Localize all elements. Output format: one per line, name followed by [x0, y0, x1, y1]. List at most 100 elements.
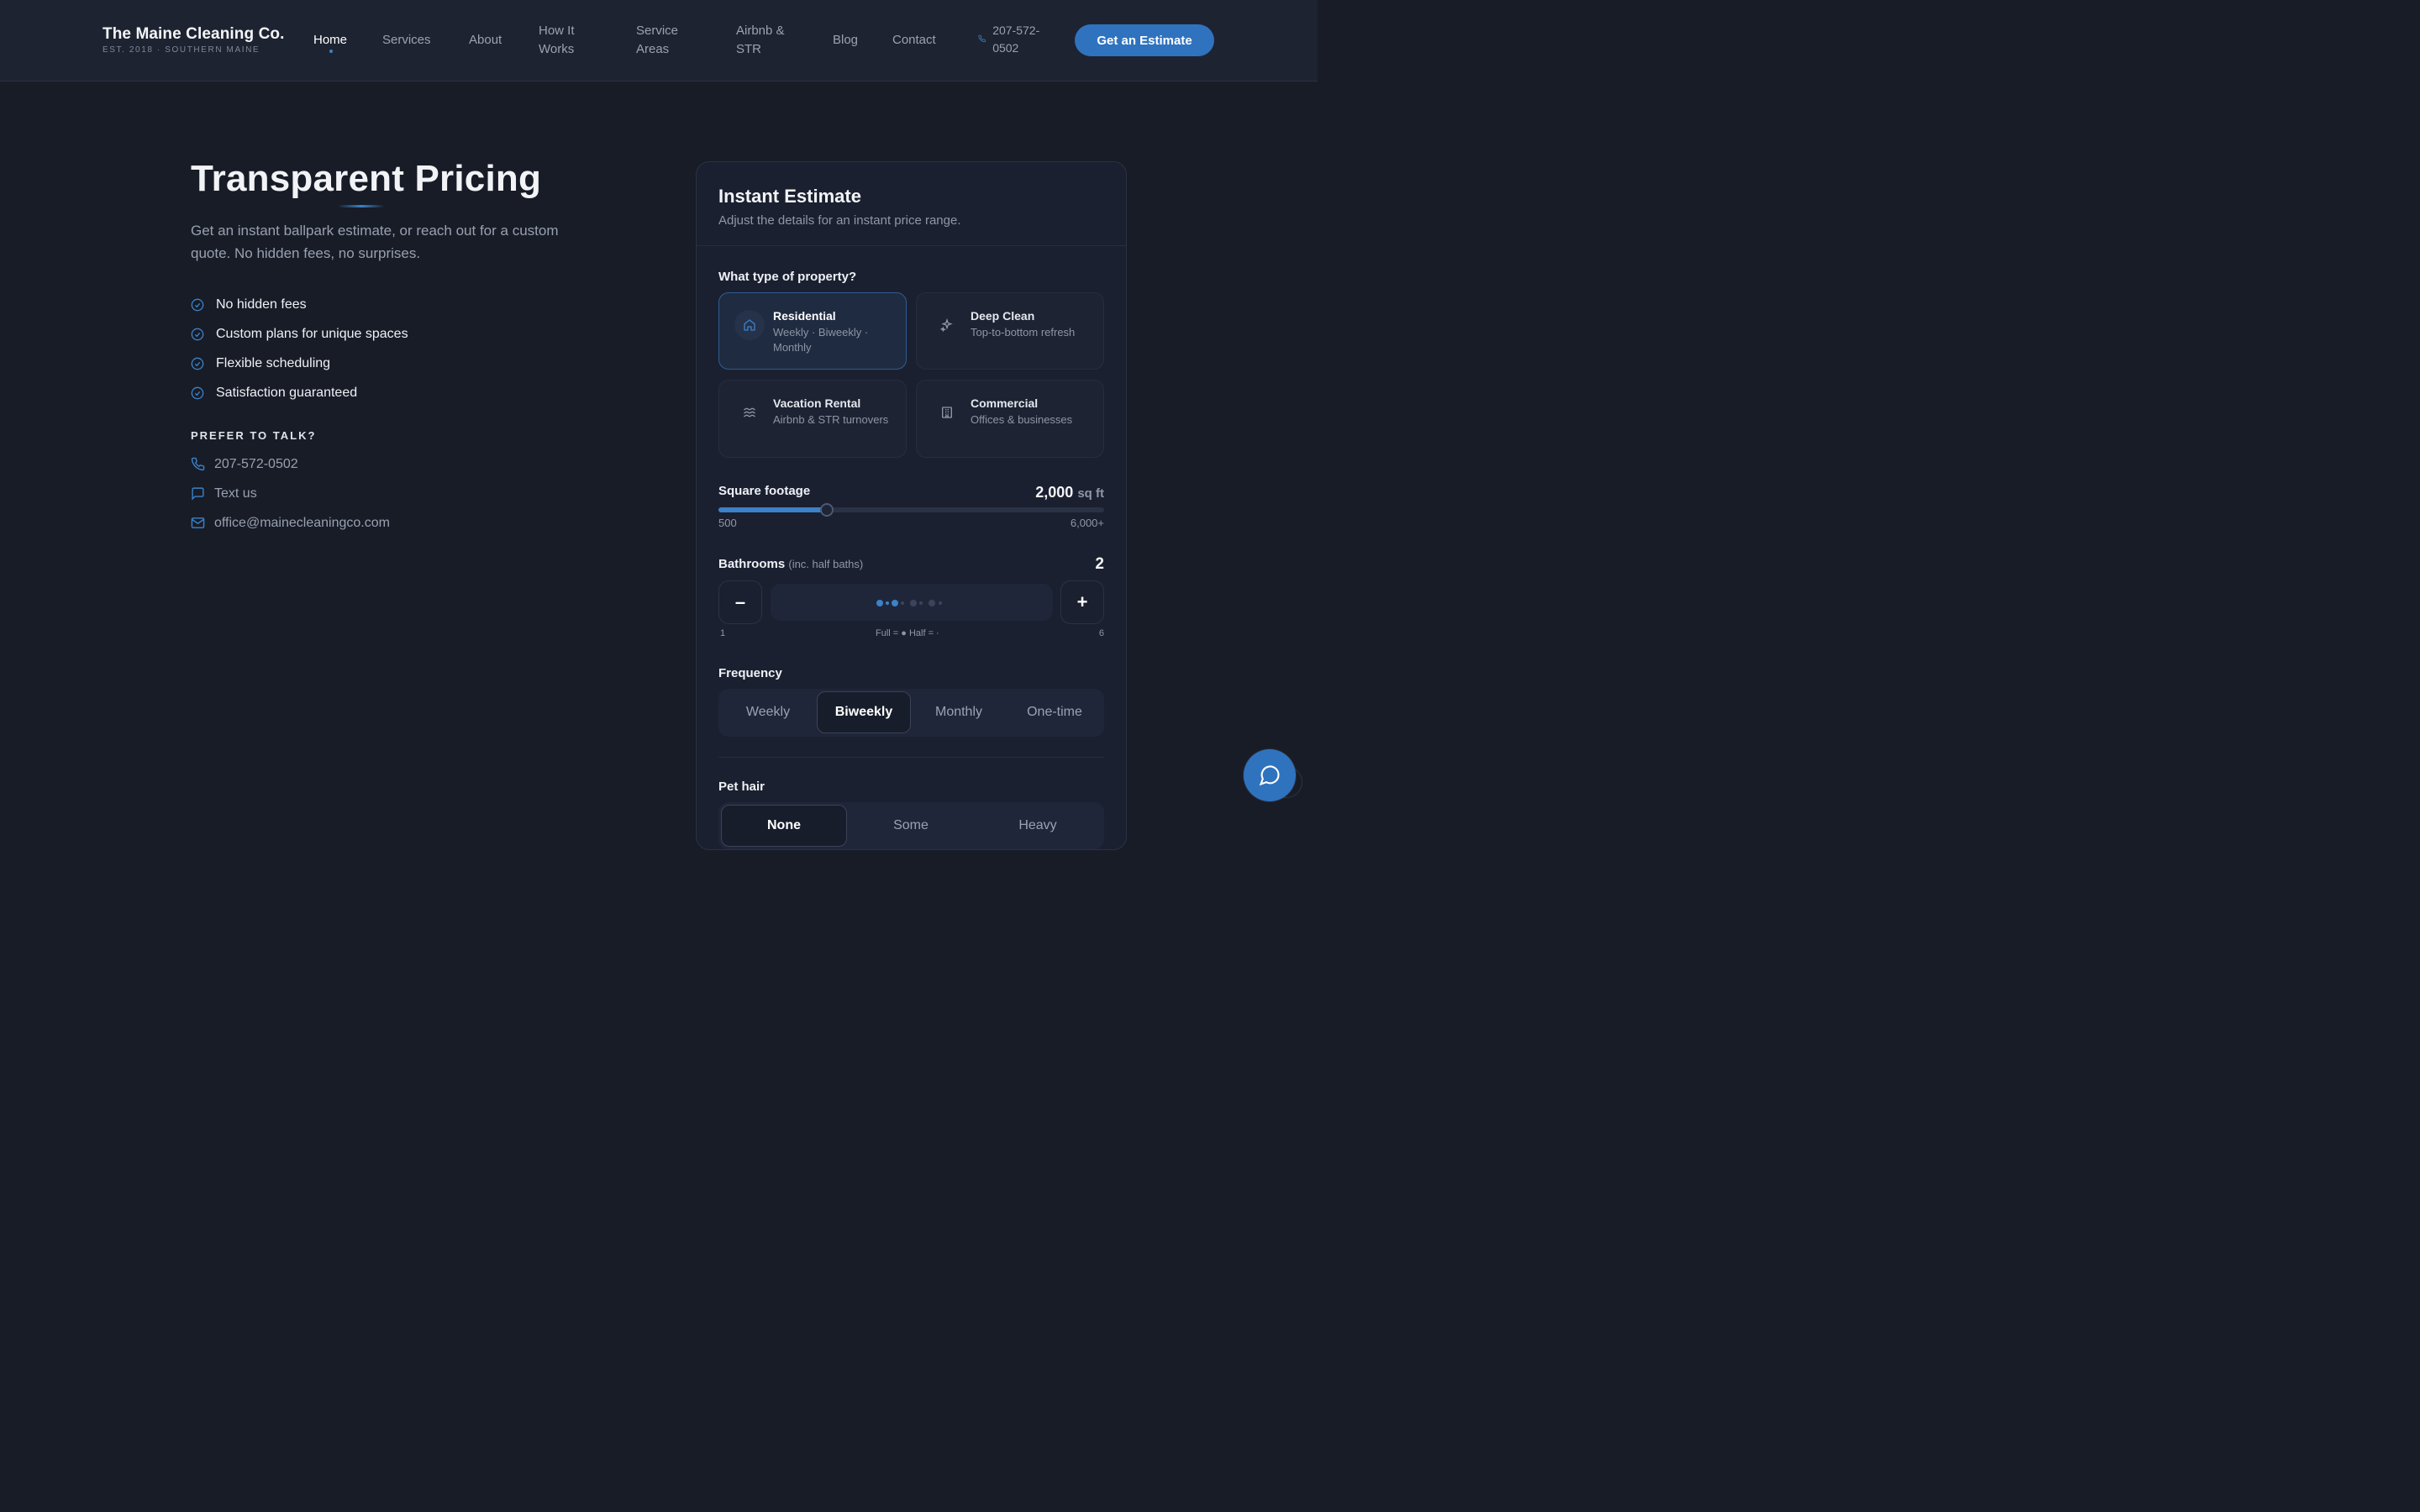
pet-hair-option-none[interactable]: None [721, 805, 847, 847]
waves-icon [734, 397, 765, 428]
sqft-unit: sq ft [1077, 486, 1104, 501]
bath-dot-half [901, 601, 904, 605]
check-circle-icon [191, 357, 204, 370]
pet-hair-option-heavy[interactable]: Heavy [975, 805, 1101, 847]
page-subtitle: Get an instant ballpark estimate, or rea… [191, 223, 559, 261]
feature-text: No hidden fees [216, 297, 307, 312]
contact-email-text: office@mainecleaningco.com [214, 515, 390, 530]
bathrooms-max-label: 6 [1098, 628, 1104, 638]
property-option-deep-clean[interactable]: Deep Clean Top-to-bottom refresh [916, 292, 1104, 370]
check-circle-icon [191, 328, 204, 340]
square-footage-label: Square footage [718, 484, 811, 498]
frequency-option-one-time[interactable]: One-time [1007, 691, 1102, 733]
header-phone-number: 207-572-0502 [992, 24, 1040, 55]
pet-hair-label: Pet hair [718, 780, 765, 794]
property-option-title: Deep Clean [971, 309, 1035, 323]
brand-logo[interactable]: The Maine Cleaning Co. EST. 2018 · SOUTH… [103, 25, 285, 55]
nav-services[interactable]: Services [382, 31, 431, 50]
feature-item: Flexible scheduling [191, 349, 408, 378]
property-option-title: Commercial [971, 396, 1039, 410]
contact-list: 207-572-0502 Text us office@mainecleanin… [191, 449, 390, 538]
prefer-to-talk-heading: PREFER TO TALK? [191, 429, 317, 442]
property-option-residential[interactable]: Residential Weekly · Biweekly · Monthly [718, 292, 907, 370]
slider-fill [718, 507, 827, 512]
feature-list: No hidden fees Custom plans for unique s… [191, 290, 408, 407]
nav-airbnb-str[interactable]: Airbnb & STR [736, 22, 800, 59]
feature-text: Satisfaction guaranteed [216, 385, 358, 400]
contact-phone-text: 207-572-0502 [214, 456, 298, 471]
bathrooms-label: Bathrooms (inc. half baths) [718, 557, 863, 571]
bathrooms-note: (inc. half baths) [788, 558, 864, 570]
property-option-desc: Offices & businesses [971, 413, 1073, 426]
bathrooms-increment-button[interactable]: + [1060, 580, 1104, 624]
slider-thumb[interactable] [819, 503, 834, 517]
chat-bubble-icon [1259, 765, 1280, 786]
bath-dot-full [892, 600, 898, 606]
feature-text: Flexible scheduling [216, 355, 331, 370]
feature-text: Custom plans for unique spaces [216, 326, 408, 341]
bathrooms-value: 2 [1095, 555, 1104, 573]
bathrooms-label-text: Bathrooms [718, 557, 786, 571]
property-option-commercial[interactable]: Commercial Offices & businesses [916, 380, 1104, 458]
property-option-title: Vacation Rental [773, 396, 861, 410]
square-footage-slider[interactable] [718, 503, 1104, 517]
get-estimate-button[interactable]: Get an Estimate [1075, 24, 1214, 56]
bathrooms-stepper-track [771, 584, 1053, 621]
sparkle-icon [932, 310, 962, 340]
bathroom-dots [876, 599, 952, 607]
frequency-option-monthly[interactable]: Monthly [912, 691, 1006, 733]
property-option-title: Residential [773, 309, 836, 323]
nav-contact[interactable]: Contact [892, 31, 936, 50]
mail-icon [191, 517, 205, 528]
nav-how-it-works[interactable]: How It Works [539, 22, 604, 59]
bathrooms-decrement-button[interactable]: – [718, 580, 762, 624]
property-option-desc: Top-to-bottom refresh [971, 326, 1076, 339]
instant-estimate-card: Instant Estimate Adjust the details for … [696, 161, 1127, 850]
bath-dot-half [919, 601, 923, 605]
frequency-label: Frequency [718, 666, 782, 680]
home-icon [734, 310, 765, 340]
nav-blog[interactable]: Blog [833, 31, 858, 50]
active-nav-indicator [329, 50, 333, 53]
bath-dot-half [939, 601, 942, 605]
frequency-segmented-control: Weekly Biweekly Monthly One-time [718, 689, 1104, 737]
square-footage-value: 2,000 sq ft [1035, 484, 1104, 501]
contact-text-label: Text us [214, 486, 257, 501]
site-header: The Maine Cleaning Co. EST. 2018 · SOUTH… [0, 0, 1318, 81]
pet-hair-segmented-control: None Some Heavy [718, 802, 1104, 849]
property-option-desc: Airbnb & STR turnovers [773, 413, 889, 426]
brand-name: The Maine Cleaning Co. [103, 25, 285, 43]
bathrooms-legend: Full = ● Half = · [876, 628, 939, 638]
check-circle-icon [191, 386, 204, 399]
feature-item: Satisfaction guaranteed [191, 378, 408, 407]
property-option-desc: Weekly · Biweekly · Monthly [773, 326, 869, 354]
section-divider [718, 757, 1104, 758]
brand-tagline: EST. 2018 · SOUTHERN MAINE [103, 45, 260, 55]
sqft-number: 2,000 [1035, 484, 1074, 501]
pet-hair-option-some[interactable]: Some [848, 805, 974, 847]
contact-phone-link[interactable]: 207-572-0502 [191, 449, 390, 479]
frequency-option-weekly[interactable]: Weekly [720, 691, 816, 733]
building-icon [932, 397, 962, 428]
chat-button[interactable] [1244, 749, 1296, 801]
card-subtitle: Adjust the details for an instant price … [718, 213, 961, 228]
bath-dot-full [876, 600, 883, 606]
nav-home[interactable]: Home [313, 31, 347, 50]
frequency-option-biweekly[interactable]: Biweekly [817, 691, 911, 733]
property-type-label: What type of property? [718, 270, 857, 284]
nav-service-areas[interactable]: Service Areas [636, 22, 705, 59]
feature-item: Custom plans for unique spaces [191, 319, 408, 349]
header-phone-link[interactable]: 207-572-0502 [978, 22, 1049, 57]
bathrooms-min-label: 1 [720, 628, 726, 638]
title-underline [338, 205, 385, 207]
contact-email-link[interactable]: office@mainecleaningco.com [191, 508, 390, 538]
page-title: Transparent Pricing [191, 158, 542, 199]
card-header: Instant Estimate Adjust the details for … [697, 162, 1126, 246]
nav-about[interactable]: About [469, 31, 502, 50]
property-option-vacation-rental[interactable]: Vacation Rental Airbnb & STR turnovers [718, 380, 907, 458]
bath-dot-full [929, 600, 935, 606]
phone-icon [191, 457, 205, 471]
message-icon [192, 487, 204, 501]
contact-text-link[interactable]: Text us [191, 479, 390, 508]
check-circle-icon [191, 298, 204, 311]
